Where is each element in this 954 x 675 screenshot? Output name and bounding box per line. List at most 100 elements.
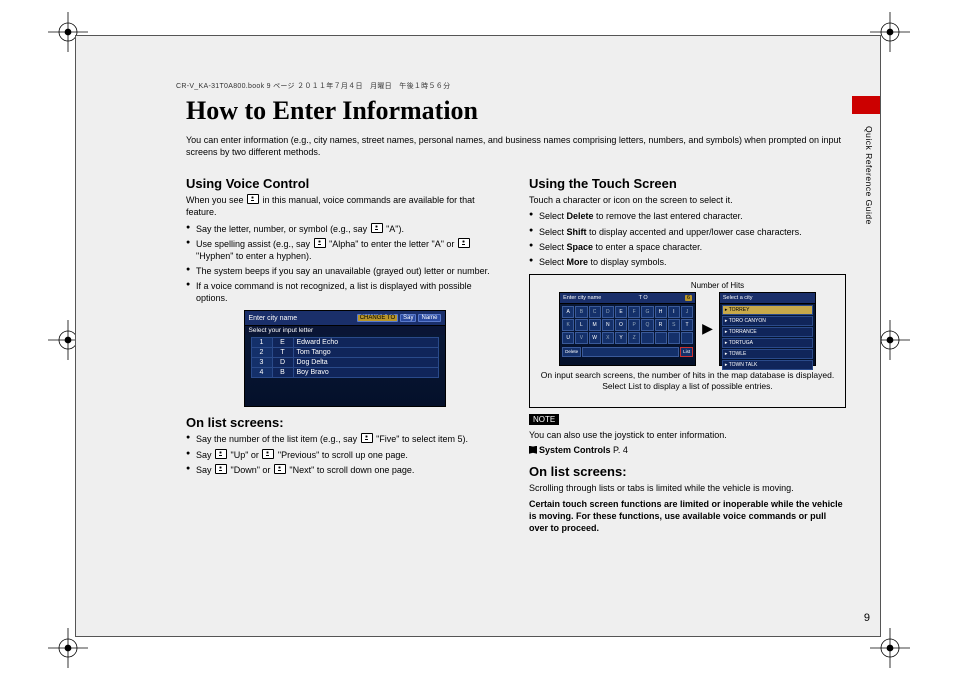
- note-text: You can also use the joystick to enter i…: [529, 429, 846, 441]
- text-fragment: When you see: [186, 195, 246, 205]
- bullet-item: Say the number of the list item (e.g., s…: [186, 433, 503, 445]
- intro-text: You can enter information (e.g., city na…: [186, 134, 846, 158]
- keyboard-key: A: [562, 306, 574, 318]
- keyboard-key: W: [589, 332, 601, 344]
- kbd-space: [582, 347, 679, 357]
- voice-icon: [458, 238, 470, 248]
- content-area: How to Enter Information You can enter i…: [186, 96, 846, 538]
- list-intro-right: Scrolling through lists or tabs is limit…: [529, 482, 846, 494]
- ss-title: Select a city: [723, 295, 753, 301]
- list-item: ▸ TOWLE: [722, 349, 813, 359]
- bullet-item: Select Delete to remove the last entered…: [529, 210, 846, 222]
- left-column: Using Voice Control When you see in this…: [186, 170, 503, 538]
- ref-label: System Controls: [539, 445, 611, 455]
- voice-icon: [371, 223, 383, 233]
- ss-letter-table: 1EEdward Echo2TTom Tango3DDog Delta4BBoy…: [251, 337, 439, 378]
- keyboard-key: D: [602, 306, 614, 318]
- bullet-item: Select Space to enter a space character.: [529, 241, 846, 253]
- table-cell: T: [272, 348, 293, 358]
- voice-icon: [314, 238, 326, 248]
- keyboard-key: K: [562, 319, 574, 331]
- voice-icon: [215, 449, 227, 459]
- keyboard-key: M: [589, 319, 601, 331]
- cross-reference: System Controls P. 4: [529, 445, 846, 455]
- voice-intro: When you see in this manual, voice comma…: [186, 194, 503, 218]
- table-cell: Tom Tango: [293, 348, 438, 358]
- page-frame: CR-V_KA-31T0A800.book 9 ページ ２０１１年７月４日 月曜…: [75, 35, 881, 637]
- list-item: ▸ TOWN TALK: [722, 360, 813, 370]
- text-fragment: Number of Hits: [691, 281, 744, 290]
- keyboard-key: O: [615, 319, 627, 331]
- table-row: 2TTom Tango: [251, 348, 438, 358]
- keyboard-key: Q: [641, 319, 653, 331]
- bullet-item: If a voice command is not recognized, a …: [186, 280, 503, 304]
- page-title: How to Enter Information: [186, 96, 846, 126]
- bullet-item: Say the letter, number, or symbol (e.g.,…: [186, 223, 503, 235]
- keyboard-key: T: [681, 319, 693, 331]
- keyboard-key: J: [681, 306, 693, 318]
- ss-button-name: Name: [418, 314, 440, 322]
- screenshot-city-list: Select a city ▸ TORREY▸ TORO CANYON▸ TOR…: [719, 292, 816, 366]
- ss-button-say: Say: [400, 314, 416, 322]
- table-cell: 4: [251, 368, 272, 378]
- table-row: 4BBoy Bravo: [251, 368, 438, 378]
- table-cell: Boy Bravo: [293, 368, 438, 378]
- keyboard-key: I: [668, 306, 680, 318]
- keyboard-key: U: [562, 332, 574, 344]
- heading-touch-screen: Using the Touch Screen: [529, 176, 846, 191]
- voice-icon: [361, 433, 373, 443]
- keyboard-key: R: [655, 319, 667, 331]
- table-cell: B: [272, 368, 293, 378]
- keyboard-key: S: [668, 319, 680, 331]
- table-cell: 2: [251, 348, 272, 358]
- keyboard-key: C: [589, 306, 601, 318]
- table-cell: E: [272, 338, 293, 348]
- keyboard-key: [668, 332, 680, 344]
- ss-subtitle: Select your input letter: [245, 326, 445, 335]
- right-column: Using the Touch Screen Touch a character…: [529, 170, 846, 538]
- heading-list-screens-left: On list screens:: [186, 415, 503, 430]
- city-list: ▸ TORREY▸ TORO CANYON▸ TORRANCE▸ TORTUGA…: [720, 304, 815, 372]
- text-fragment: On input search screens, the number of h…: [541, 370, 834, 391]
- note-tag: NOTE: [529, 414, 559, 425]
- table-cell: D: [272, 358, 293, 368]
- table-cell: 3: [251, 358, 272, 368]
- keyboard-key: [641, 332, 653, 344]
- list-item: ▸ TORO CANYON: [722, 316, 813, 326]
- keyboard-key: Y: [615, 332, 627, 344]
- voice-icon: [215, 464, 227, 474]
- ss-entry: T O: [639, 295, 648, 301]
- bullet-item: Use spelling assist (e.g., say "Alpha" t…: [186, 238, 503, 262]
- bold-term: Shift: [567, 227, 587, 237]
- ss-button-change: CHANGE TO: [357, 314, 398, 322]
- bullet-item: The system beeps if you say an unavailab…: [186, 265, 503, 277]
- arrow-right-icon: ▶: [702, 320, 713, 337]
- bullet-item: Say "Down" or "Next" to scroll down one …: [186, 464, 503, 476]
- bold-term: Space: [567, 242, 594, 252]
- voice-icon: [247, 194, 259, 204]
- keyboard-key: Z: [628, 332, 640, 344]
- keyboard-key: L: [575, 319, 587, 331]
- screenshot-voice-list: Enter city name CHANGE TO Say Name Selec…: [244, 310, 446, 407]
- list-item: ▸ TORREY: [722, 305, 813, 315]
- keyboard-key: B: [575, 306, 587, 318]
- kbd-delete: Delete: [562, 347, 581, 357]
- ss-title: Enter city name: [563, 295, 601, 301]
- touch-intro: Touch a character or icon on the screen …: [529, 194, 846, 206]
- bullet-item: Select More to display symbols.: [529, 256, 846, 268]
- table-row: 3DDog Delta: [251, 358, 438, 368]
- print-header: CR-V_KA-31T0A800.book 9 ページ ２０１１年７月４日 月曜…: [176, 81, 450, 91]
- voice-icon: [274, 464, 286, 474]
- keyboard-key: [655, 332, 667, 344]
- screenshot-box: Number of Hits Enter city name T O 6 ABC…: [529, 274, 846, 408]
- keyboard-key: V: [575, 332, 587, 344]
- keyboard-key: G: [641, 306, 653, 318]
- touch-bullet-list: Select Delete to remove the last entered…: [529, 210, 846, 268]
- section-tab: [852, 96, 880, 114]
- keyboard-key: P: [628, 319, 640, 331]
- hits-count: 6: [685, 295, 692, 301]
- screenshot-keyboard: Enter city name T O 6 ABCDEFGHIJKLMNOPQR…: [559, 292, 696, 366]
- book-icon: [529, 446, 537, 454]
- ss-title: Enter city name: [249, 315, 298, 322]
- bullet-item: Select Shift to display accented and upp…: [529, 226, 846, 238]
